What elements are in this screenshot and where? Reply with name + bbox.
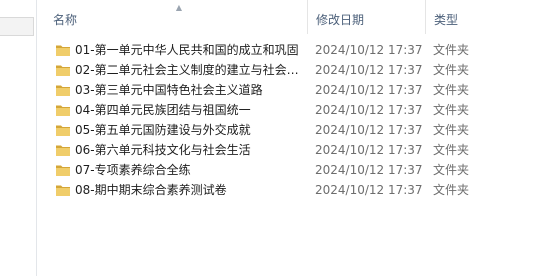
file-type: 文件夹 [433, 43, 470, 57]
column-header-date-modified[interactable]: 修改日期 [307, 0, 425, 34]
column-header-name[interactable]: 名称 [45, 0, 309, 34]
file-date-modified: 2024/10/12 17:37 [315, 163, 423, 177]
file-type: 文件夹 [433, 63, 470, 77]
file-name: 08-期中期末综合素养测试卷 [75, 183, 227, 197]
file-type: 文件夹 [433, 123, 470, 137]
folder-icon [56, 165, 70, 176]
file-type: 文件夹 [433, 143, 470, 157]
file-row[interactable]: 01-第一单元中华人民共和国的成立和巩固 2024/10/12 17:37 文件… [37, 40, 545, 60]
folder-icon [56, 45, 70, 56]
file-name: 05-第五单元国防建设与外交成就 [75, 123, 251, 137]
file-name: 06-第六单元科技文化与社会生活 [75, 143, 251, 157]
file-date-modified: 2024/10/12 17:37 [315, 83, 423, 97]
folder-icon [56, 85, 70, 96]
file-row[interactable]: 04-第四单元民族团结与祖国统一 2024/10/12 17:37 文件夹 [37, 100, 545, 120]
file-row[interactable]: 03-第三单元中国特色社会主义道路 2024/10/12 17:37 文件夹 [37, 80, 545, 100]
file-name: 07-专项素养综合全练 [75, 163, 191, 177]
folder-icon [56, 105, 70, 116]
file-row[interactable]: 06-第六单元科技文化与社会生活 2024/10/12 17:37 文件夹 [37, 140, 545, 160]
file-row[interactable]: 08-期中期末综合素养测试卷 2024/10/12 17:37 文件夹 [37, 180, 545, 200]
navigation-pane-item[interactable] [0, 17, 34, 36]
file-type: 文件夹 [433, 103, 470, 117]
file-type: 文件夹 [433, 83, 470, 97]
file-row[interactable]: 07-专项素养综合全练 2024/10/12 17:37 文件夹 [37, 160, 545, 180]
folder-icon [56, 145, 70, 156]
file-name: 03-第三单元中国特色社会主义道路 [75, 83, 263, 97]
file-date-modified: 2024/10/12 17:37 [315, 183, 423, 197]
column-header-bar: ▲ 名称 修改日期 类型 [37, 0, 545, 34]
file-name: 02-第二单元社会主义制度的建立与社会… [75, 63, 299, 77]
file-date-modified: 2024/10/12 17:37 [315, 43, 423, 57]
column-header-type[interactable]: 类型 [425, 0, 545, 34]
navigation-pane [0, 0, 37, 276]
folder-icon [56, 185, 70, 196]
file-list: 01-第一单元中华人民共和国的成立和巩固 2024/10/12 17:37 文件… [37, 40, 545, 200]
file-type: 文件夹 [433, 183, 470, 197]
folder-icon [56, 125, 70, 136]
file-date-modified: 2024/10/12 17:37 [315, 103, 423, 117]
file-date-modified: 2024/10/12 17:37 [315, 143, 423, 157]
file-name: 04-第四单元民族团结与祖国统一 [75, 103, 251, 117]
file-name: 01-第一单元中华人民共和国的成立和巩固 [75, 43, 299, 57]
file-row[interactable]: 02-第二单元社会主义制度的建立与社会… 2024/10/12 17:37 文件… [37, 60, 545, 80]
file-row[interactable]: 05-第五单元国防建设与外交成就 2024/10/12 17:37 文件夹 [37, 120, 545, 140]
file-type: 文件夹 [433, 163, 470, 177]
folder-icon [56, 65, 70, 76]
file-date-modified: 2024/10/12 17:37 [315, 123, 423, 137]
file-date-modified: 2024/10/12 17:37 [315, 63, 423, 77]
